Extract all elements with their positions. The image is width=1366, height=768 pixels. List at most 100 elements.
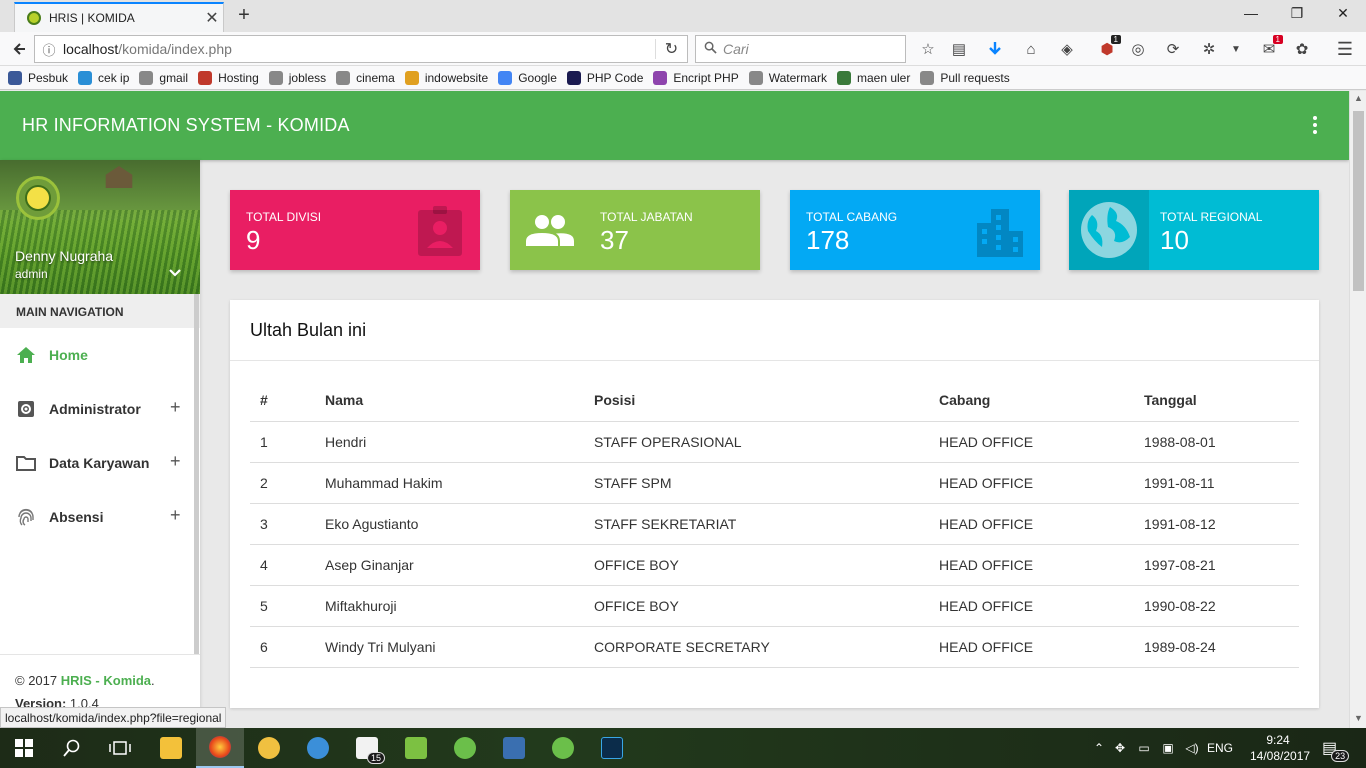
terminal-icon bbox=[503, 737, 525, 759]
bookmark-item[interactable]: Pull requests bbox=[920, 70, 1010, 85]
cell-no: 5 bbox=[250, 585, 315, 627]
taskbar-file-explorer[interactable] bbox=[147, 728, 195, 768]
bookmark-item[interactable]: Watermark bbox=[748, 70, 827, 85]
search-placeholder: Cari bbox=[723, 41, 749, 57]
notification-badge: 1 bbox=[1272, 35, 1283, 44]
app-title[interactable]: HR INFORMATION SYSTEM - KOMIDA bbox=[22, 115, 350, 136]
minimize-window-button[interactable]: — bbox=[1241, 5, 1261, 21]
taskbar-android-studio-2[interactable] bbox=[539, 728, 587, 768]
extension-sync-icon[interactable]: ⟳ bbox=[1163, 39, 1183, 59]
bookmark-item[interactable]: PHP Code bbox=[566, 70, 643, 85]
stat-total-jabatan[interactable]: TOTAL JABATAN 37 bbox=[510, 190, 760, 270]
adblock-icon[interactable]: ⬢ 1 bbox=[1097, 35, 1121, 59]
taskbar-terminal[interactable] bbox=[490, 728, 538, 768]
notification-icon[interactable]: ✉ 1 bbox=[1259, 35, 1283, 59]
bookmark-label: Pesbuk bbox=[28, 70, 69, 85]
sidebar-item-data-karyawan[interactable]: Data Karyawan + bbox=[0, 436, 200, 490]
taskbar-mail[interactable]: 15 bbox=[343, 728, 391, 768]
extension-icon[interactable]: ◎ bbox=[1128, 39, 1148, 59]
bookmark-item[interactable]: Encript PHP bbox=[653, 70, 739, 85]
restore-window-button[interactable]: ❐ bbox=[1287, 5, 1307, 22]
bookmark-item[interactable]: cek ip bbox=[78, 70, 129, 85]
reading-list-icon[interactable]: ▤ bbox=[949, 39, 969, 59]
task-view-button[interactable] bbox=[96, 728, 144, 768]
bookmark-label: Encript PHP bbox=[673, 70, 739, 85]
footer-brand-link[interactable]: HRIS - Komida bbox=[61, 673, 151, 688]
site-info-icon[interactable]: ⓘ bbox=[35, 40, 63, 59]
taskbar-android-studio[interactable] bbox=[441, 728, 489, 768]
avatar[interactable] bbox=[16, 176, 60, 220]
sidebar-item-home[interactable]: Home bbox=[0, 328, 200, 382]
scroll-thumb[interactable] bbox=[1353, 111, 1364, 291]
cell-cabang: HEAD OFFICE bbox=[929, 585, 1134, 627]
taskbar-clock[interactable]: 9:24 14/08/2017 bbox=[1250, 732, 1310, 764]
tray-language[interactable]: ENG bbox=[1204, 741, 1236, 755]
url-text[interactable]: localhost/komida/index.php bbox=[63, 41, 655, 57]
site-favicon-icon bbox=[27, 11, 41, 25]
notepad-icon bbox=[405, 737, 427, 759]
extension-puzzle-icon[interactable]: ✿ bbox=[1292, 39, 1312, 59]
bookmark-favicon-icon bbox=[198, 70, 213, 85]
reload-icon[interactable]: ↻ bbox=[655, 39, 687, 59]
expand-plus-icon[interactable]: + bbox=[170, 397, 181, 418]
browser-status-url: localhost/komida/index.php?file=regional bbox=[0, 707, 227, 728]
bookmark-item[interactable]: Hosting bbox=[198, 70, 259, 85]
expand-plus-icon[interactable]: + bbox=[170, 451, 181, 472]
stat-total-divisi[interactable]: TOTAL DIVISI 9 bbox=[230, 190, 480, 270]
tray-volume-icon[interactable]: ◁) bbox=[1180, 741, 1204, 755]
start-button[interactable] bbox=[0, 728, 48, 768]
menu-hamburger-icon[interactable]: ☰ bbox=[1335, 39, 1355, 59]
bookmark-item[interactable]: Google bbox=[498, 70, 557, 85]
expand-plus-icon[interactable]: + bbox=[170, 505, 181, 526]
birthday-card: Ultah Bulan ini # Nama Posisi Cabang Tan… bbox=[230, 300, 1319, 708]
bookmark-item[interactable]: indowebsite bbox=[404, 70, 488, 85]
taskbar-firefox[interactable] bbox=[196, 728, 244, 768]
close-window-button[interactable]: ✕ bbox=[1333, 5, 1353, 22]
url-bar[interactable]: ⓘ localhost/komida/index.php ↻ bbox=[34, 35, 688, 63]
tray-chevron-up-icon[interactable]: ⌃ bbox=[1090, 741, 1108, 755]
downloads-icon[interactable] bbox=[985, 39, 1005, 59]
stat-total-regional[interactable]: TOTAL REGIONAL 10 bbox=[1069, 190, 1319, 270]
pocket-icon[interactable]: ◈ bbox=[1057, 39, 1077, 59]
cell-cabang: HEAD OFFICE bbox=[929, 503, 1134, 545]
browser-tab-active[interactable]: HRIS | KOMIDA ✕ bbox=[14, 2, 224, 32]
bookmark-favicon-icon bbox=[748, 70, 763, 85]
taskbar-search-button[interactable] bbox=[48, 728, 96, 768]
more-vert-icon[interactable] bbox=[1305, 113, 1325, 137]
user-menu-chevron-icon[interactable] bbox=[168, 266, 182, 280]
bookmark-star-icon[interactable]: ☆ bbox=[918, 39, 938, 59]
stat-value: 37 bbox=[600, 225, 629, 255]
overflow-chevron-icon[interactable]: ▼ bbox=[1226, 39, 1246, 59]
tray-dropbox-icon[interactable]: ✥ bbox=[1108, 741, 1132, 755]
close-tab-icon[interactable]: ✕ bbox=[201, 8, 223, 28]
bookmark-item[interactable]: gmail bbox=[139, 70, 188, 85]
building-icon bbox=[976, 208, 1024, 258]
page-scrollbar[interactable]: ▲ ▼ bbox=[1349, 91, 1366, 728]
scroll-up-icon[interactable]: ▲ bbox=[1350, 93, 1366, 103]
bookmark-item[interactable]: jobless bbox=[268, 70, 326, 85]
sidebar-item-absensi[interactable]: Absensi + bbox=[0, 490, 200, 544]
extension-tool-icon[interactable]: ✲ bbox=[1199, 39, 1219, 59]
cell-no: 1 bbox=[250, 421, 315, 463]
tray-network-icon[interactable]: ▣ bbox=[1156, 741, 1180, 755]
new-tab-button[interactable]: + bbox=[234, 4, 254, 27]
back-button[interactable] bbox=[8, 38, 30, 60]
bookmark-favicon-icon bbox=[498, 70, 513, 85]
stat-total-cabang[interactable]: TOTAL CABANG 178 bbox=[790, 190, 1040, 270]
taskbar-notepad[interactable] bbox=[392, 728, 440, 768]
taskbar-app-blue[interactable] bbox=[294, 728, 342, 768]
home-browser-icon[interactable]: ⌂ bbox=[1021, 39, 1041, 59]
taskbar-app-paw[interactable] bbox=[245, 728, 293, 768]
search-input[interactable]: Cari bbox=[695, 35, 906, 63]
page-viewport: HR INFORMATION SYSTEM - KOMIDA Denny Nug… bbox=[0, 91, 1349, 728]
scroll-down-icon[interactable]: ▼ bbox=[1350, 713, 1366, 723]
sidebar-scrollbar[interactable] bbox=[194, 294, 199, 654]
sidebar-item-administrator[interactable]: Administrator + bbox=[0, 382, 200, 436]
table-row: 5 Miftakhuroji OFFICE BOY HEAD OFFICE 19… bbox=[250, 585, 1299, 627]
bookmark-item[interactable]: cinema bbox=[336, 70, 395, 85]
taskbar-photoshop[interactable] bbox=[588, 728, 636, 768]
action-center-button[interactable]: ▤ 23 bbox=[1322, 728, 1355, 768]
bookmark-item[interactable]: Pesbuk bbox=[8, 70, 69, 85]
bookmark-item[interactable]: maen uler bbox=[836, 70, 910, 85]
tray-battery-icon[interactable]: ▭ bbox=[1132, 741, 1156, 755]
